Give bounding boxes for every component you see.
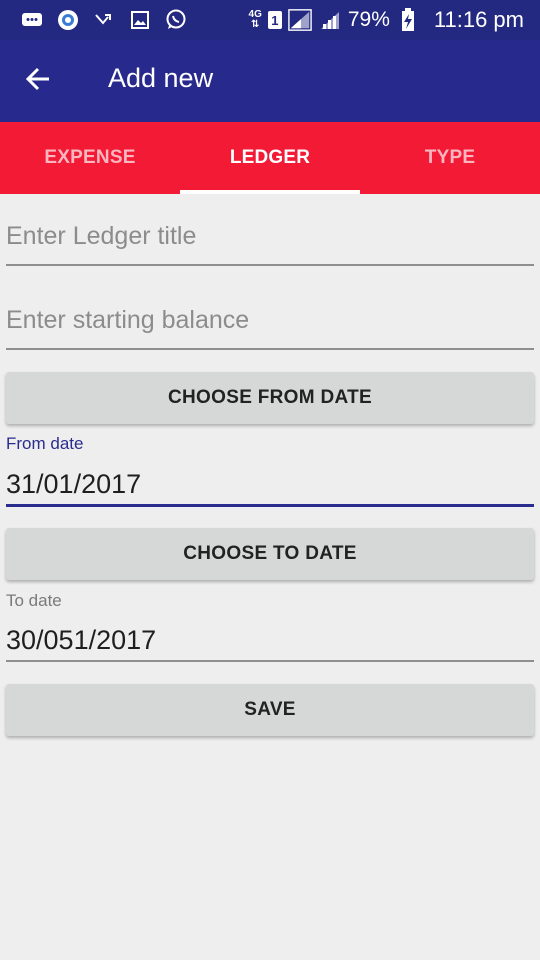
notification-icons [20,8,188,32]
signal-strength-icon [318,8,342,32]
to-date-label: To date [6,591,62,610]
sim-slot-badge: 1 [267,11,282,29]
tab-expense[interactable]: EXPENSE [0,122,180,194]
page-title: Add new [108,63,214,93]
clock: 11:16 pm [433,7,524,32]
app-bar: Add new [0,40,540,122]
to-date-field [6,660,534,662]
tab-type[interactable]: TYPE [360,122,540,194]
battery-percent: 79% [347,8,390,31]
screen: 4G ⇅ 1 79% 11:16 pm Add new EXPENSE LEDG… [0,0,540,960]
missed-call-icon [92,8,116,32]
network-type: 4G ⇅ [249,10,262,30]
system-status: 4G ⇅ 1 79% 11:16 pm [249,6,524,34]
from-date-label: From date [6,434,84,453]
from-date-value[interactable]: 31/01/2017 [6,469,141,500]
status-bar: 4G ⇅ 1 79% 11:16 pm [0,0,540,40]
ledger-title-underline [6,264,534,266]
starting-balance-field[interactable]: Enter starting balance [6,306,534,352]
browser-icon [56,8,80,32]
to-date-value[interactable]: 30/051/2017 [6,625,156,656]
whatsapp-icon [164,8,188,32]
image-icon [128,8,152,32]
starting-balance-input[interactable]: Enter starting balance [6,306,534,335]
battery-charging-icon [396,8,420,32]
signal-icon [288,8,312,32]
tab-bar: EXPENSE LEDGER TYPE [0,122,540,194]
from-date-field [6,504,534,507]
arrow-back-icon [24,65,52,98]
back-button[interactable] [18,61,58,101]
tab-ledger[interactable]: LEDGER [180,122,360,194]
choose-from-date-button[interactable]: CHOOSE FROM DATE [6,372,534,424]
data-activity-icon: ⇅ [250,19,260,30]
save-button[interactable]: SAVE [6,684,534,736]
ledger-title-input[interactable]: Enter Ledger title [6,222,534,251]
to-date-underline [6,660,534,662]
ledger-title-field[interactable]: Enter Ledger title [6,222,534,268]
message-icon [20,8,44,32]
starting-balance-underline [6,348,534,350]
from-date-underline [6,504,534,507]
choose-to-date-button[interactable]: CHOOSE TO DATE [6,528,534,580]
